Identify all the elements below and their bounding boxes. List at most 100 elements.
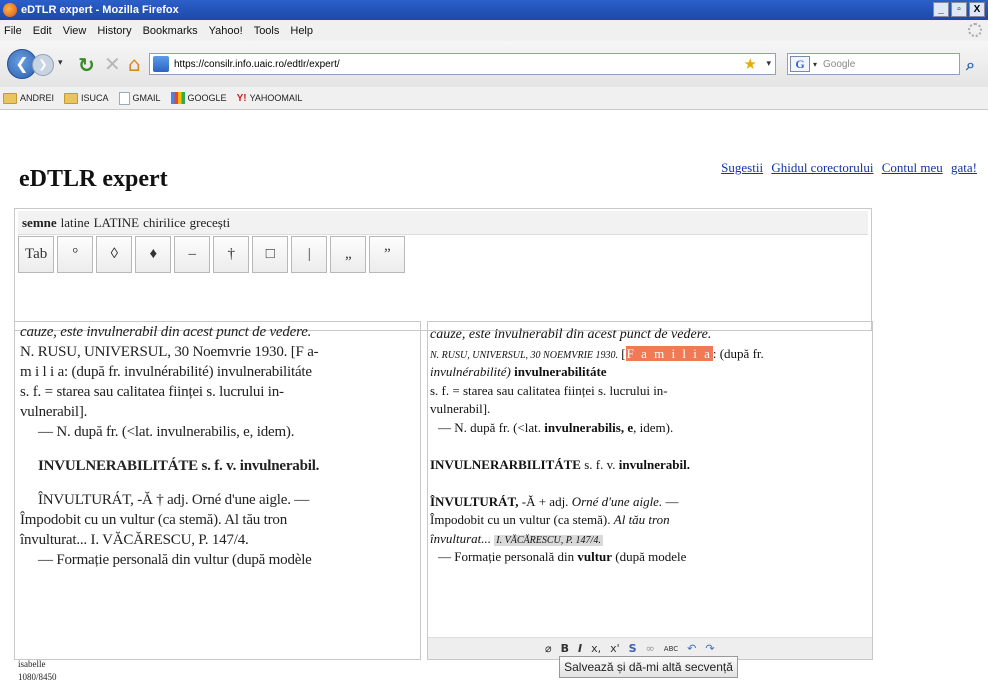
eraser-icon[interactable]: ⌀ bbox=[545, 642, 552, 655]
scan-line: vulnerabil]. bbox=[20, 404, 88, 420]
editor-text-run: ÎNVULTURÁT, bbox=[430, 493, 519, 509]
bold-button[interactable]: B bbox=[561, 642, 569, 655]
tab-grecesti[interactable]: grecești bbox=[190, 215, 230, 231]
editor-text-run: invulnerabil. bbox=[618, 456, 690, 472]
undo-icon[interactable]: ↶ bbox=[687, 642, 696, 655]
scan-line: INVULNERABILITÁTE s. f. v. invulnerabil. bbox=[38, 458, 320, 474]
bookmark-label: ANDREI bbox=[20, 93, 55, 103]
google-icon bbox=[170, 92, 185, 104]
editor-text-run: cauze, este invulnerabil din acest punct… bbox=[430, 327, 712, 342]
symbol-bar-button[interactable]: | bbox=[291, 236, 328, 273]
editor-text-run: invulnerabilis, e bbox=[544, 419, 634, 435]
history-dropdown-icon[interactable]: ▾ bbox=[58, 57, 63, 68]
symbol-tab-button[interactable]: Tab bbox=[18, 236, 55, 273]
editor-text-run: INVULNERARBILITÁTE bbox=[430, 456, 581, 472]
bookmark-yahoomail[interactable]: Y! YAHOOMAIL bbox=[237, 93, 303, 104]
bookmarks-toolbar: ANDREI ISUCA GMAIL GOOGLE Y! YAHOOMAIL bbox=[0, 87, 988, 110]
scan-line: s. f. = starea sau calitatea ființei s. … bbox=[20, 384, 284, 400]
stop-button[interactable]: ✕ bbox=[104, 52, 121, 76]
scanned-source-image: cauze, este invulnerabil din acest punct… bbox=[14, 321, 421, 660]
restore-button[interactable]: ▫ bbox=[951, 2, 967, 17]
editor-text-run: Orné d'une aigle. bbox=[571, 493, 663, 509]
close-button[interactable]: X bbox=[969, 2, 985, 17]
symbol-dagger-button[interactable]: † bbox=[213, 236, 250, 273]
menu-edit[interactable]: Edit bbox=[33, 25, 52, 37]
menu-help[interactable]: Help bbox=[290, 25, 313, 37]
editor-text-run: (după modele bbox=[615, 549, 687, 564]
menu-yahoo[interactable]: Yahoo! bbox=[209, 25, 243, 37]
editor-text-run: învulturat... bbox=[430, 530, 492, 546]
search-bar[interactable]: G ▾ Google bbox=[787, 53, 960, 75]
editor-text-run: vultur bbox=[577, 549, 613, 564]
engine-dropdown-icon[interactable]: ▾ bbox=[813, 60, 817, 69]
subscript-button[interactable]: x, bbox=[591, 642, 601, 655]
editor-text-run: — bbox=[665, 493, 679, 509]
scan-line: cauze, este invulnerabil din acest punct… bbox=[20, 324, 312, 340]
menu-bookmarks[interactable]: Bookmarks bbox=[143, 25, 198, 37]
editor-text-run: invulnérabilité) bbox=[430, 364, 511, 379]
italic-button[interactable]: I bbox=[578, 642, 582, 655]
menu-tools[interactable]: Tools bbox=[254, 25, 280, 37]
tab-latine-upper[interactable]: LATINE bbox=[94, 215, 140, 231]
editor-text-run: [ bbox=[621, 345, 626, 361]
bookmark-label: YAHOOMAIL bbox=[249, 93, 303, 103]
bookmark-andrei[interactable]: ANDREI bbox=[3, 92, 55, 104]
highlighted-word[interactable]: F a m i l i a bbox=[625, 345, 713, 361]
link-sugestii[interactable]: Sugestii bbox=[721, 160, 763, 175]
link-contul-meu[interactable]: Contul meu bbox=[882, 160, 943, 175]
url-bar[interactable]: https://consilr.info.uaic.ro/edtlr/exper… bbox=[149, 53, 776, 75]
tab-latine[interactable]: latine bbox=[61, 215, 90, 231]
bookmark-gmail[interactable]: GMAIL bbox=[118, 91, 161, 105]
progress-count: 1080/8450 bbox=[18, 672, 57, 682]
editor-text-run: -Ă + adj. bbox=[521, 493, 569, 509]
google-engine-icon[interactable]: G bbox=[790, 56, 810, 72]
symbol-dash-button[interactable]: – bbox=[174, 236, 211, 273]
menu-history[interactable]: History bbox=[97, 25, 131, 37]
bookmark-label: GMAIL bbox=[132, 93, 161, 103]
abc-icon[interactable]: ABC bbox=[664, 645, 678, 653]
tab-semne[interactable]: semne bbox=[22, 215, 57, 231]
window-titlebar: eDTLR expert - Mozilla Firefox _ ▫ X bbox=[0, 0, 988, 20]
menu-bar: File Edit View History Bookmarks Yahoo! … bbox=[0, 20, 988, 41]
menu-view[interactable]: View bbox=[63, 25, 87, 37]
tab-chirilice[interactable]: chirilice bbox=[143, 215, 186, 231]
save-and-next-button[interactable]: Salvează și dă-mi altă secvență bbox=[559, 656, 738, 678]
editor-text-run: Al tău tron bbox=[613, 512, 670, 527]
editor-text-run: s. f. = starea sau calitatea ființei s. … bbox=[430, 382, 668, 398]
forward-button[interactable]: ❯ bbox=[32, 54, 54, 76]
bookmark-isuca[interactable]: ISUCA bbox=[64, 92, 109, 104]
editor-text[interactable]: cauze, este invulnerabil din acest punct… bbox=[428, 322, 872, 567]
editor-text-run: — N. după fr. (<lat. bbox=[438, 419, 542, 435]
navigation-toolbar: ❮ ❯ ▾ ↻ ✕ ⌂ https://consilr.info.uaic.ro… bbox=[0, 41, 988, 87]
scan-line: învulturat... I. VĂCĂRESCU, P. 147/4. bbox=[20, 532, 249, 548]
minimize-button[interactable]: _ bbox=[933, 2, 949, 17]
menu-file[interactable]: File bbox=[4, 25, 22, 37]
symbol-high-quote-button[interactable]: ” bbox=[369, 236, 406, 273]
bookmark-google[interactable]: GOOGLE bbox=[170, 92, 227, 104]
reload-button[interactable]: ↻ bbox=[78, 53, 95, 77]
page-content: eDTLR expert Sugestii Ghidul corectorulu… bbox=[0, 111, 988, 685]
strikethrough-button[interactable]: S bbox=[629, 642, 637, 655]
scan-line: Împodobit cu un vultur (ca stemă). Al tă… bbox=[20, 512, 287, 528]
symbol-diamond-button[interactable]: ♦ bbox=[135, 236, 172, 273]
transcription-editor[interactable]: cauze, este invulnerabil din acest punct… bbox=[427, 321, 873, 660]
redo-icon[interactable]: ↷ bbox=[705, 642, 714, 655]
editor-text-run: : (după fr. bbox=[712, 345, 764, 361]
home-button[interactable]: ⌂ bbox=[128, 52, 141, 76]
symbol-square-button[interactable]: □ bbox=[252, 236, 289, 273]
symbol-degree-button[interactable]: ° bbox=[57, 236, 94, 273]
source-citation: N. RUSU, UNIVERSUL, 30 NOEMVRIE 1930. bbox=[430, 349, 619, 361]
bookmark-label: GOOGLE bbox=[187, 93, 227, 103]
bookmark-star-icon[interactable]: ★ bbox=[744, 55, 757, 73]
link-ghidul-corectorului[interactable]: Ghidul corectorului bbox=[771, 160, 873, 175]
link-gata[interactable]: gata! bbox=[951, 160, 977, 175]
symbol-buttons: Tab ° ◊ ♦ – † □ | „ ” bbox=[18, 236, 408, 273]
scan-line: N. RUSU, UNIVERSUL, 30 Noemvrie 1930. [F… bbox=[20, 344, 319, 360]
symbol-low-quote-button[interactable]: „ bbox=[330, 236, 367, 273]
site-favicon-icon bbox=[153, 56, 169, 72]
url-dropdown-icon[interactable]: ▾ bbox=[766, 58, 771, 69]
superscript-button[interactable]: x' bbox=[610, 642, 620, 655]
link-icon[interactable]: ∞ bbox=[646, 642, 655, 655]
search-magnifier-icon[interactable]: ⌕ bbox=[966, 55, 975, 75]
symbol-lozenge-button[interactable]: ◊ bbox=[96, 236, 133, 273]
